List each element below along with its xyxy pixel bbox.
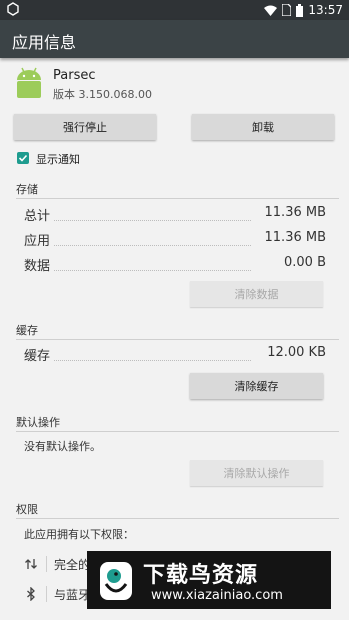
cache-divider bbox=[16, 339, 339, 340]
permissions-divider bbox=[16, 518, 339, 519]
app-name: Parsec bbox=[53, 68, 96, 83]
show-notifications-checkbox[interactable] bbox=[17, 152, 29, 164]
notification-icon bbox=[7, 2, 19, 16]
defaults-divider bbox=[16, 431, 339, 432]
status-bar: 13:57 bbox=[0, 0, 349, 20]
force-stop-button[interactable]: 强行停止 bbox=[14, 114, 156, 140]
storage-divider bbox=[16, 198, 339, 199]
android-icon bbox=[17, 67, 41, 98]
permission-separator bbox=[46, 586, 47, 602]
no-sim-icon bbox=[282, 4, 292, 16]
permission-item: 完全的 bbox=[54, 558, 91, 572]
row-label: 总计 bbox=[24, 209, 51, 224]
swap-vert-icon bbox=[25, 559, 37, 569]
status-time: 13:57 bbox=[308, 3, 343, 17]
row-value: 11.36 MB bbox=[264, 205, 326, 220]
app-version: 版本 3.150.068.00 bbox=[53, 88, 152, 101]
row-value: 12.00 KB bbox=[267, 345, 326, 360]
watermark-banner: 下载鸟资源 www.xiazainiao.com bbox=[87, 551, 331, 609]
storage-data-row: 数据 0.00 B bbox=[24, 255, 326, 275]
app-header: Parsec 版本 3.150.068.00 bbox=[0, 58, 349, 108]
clear-defaults-button[interactable]: 清除默认操作 bbox=[190, 460, 323, 486]
check-icon bbox=[18, 154, 28, 162]
dotted-leader bbox=[54, 245, 251, 246]
storage-total-row: 总计 11.36 MB bbox=[24, 205, 326, 225]
storage-app-row: 应用 11.36 MB bbox=[24, 230, 326, 250]
permission-separator bbox=[46, 556, 47, 572]
watermark-url: www.xiazainiao.com bbox=[151, 588, 283, 603]
battery-icon bbox=[296, 3, 304, 17]
wifi-icon bbox=[264, 5, 278, 16]
row-label: 应用 bbox=[24, 234, 51, 249]
watermark-title: 下载鸟资源 bbox=[143, 563, 259, 588]
dotted-leader bbox=[54, 360, 251, 361]
bluetooth-icon bbox=[27, 587, 35, 601]
permission-item: 与蓝牙 bbox=[54, 588, 91, 602]
row-value: 11.36 MB bbox=[264, 230, 326, 245]
dotted-leader bbox=[54, 270, 251, 271]
defaults-header: 默认操作 bbox=[16, 416, 60, 429]
app-bar: 应用信息 bbox=[0, 20, 349, 58]
clear-data-button[interactable]: 清除数据 bbox=[190, 281, 323, 307]
row-value: 0.00 B bbox=[284, 255, 326, 270]
permissions-header: 权限 bbox=[16, 503, 38, 516]
row-label: 数据 bbox=[24, 259, 51, 274]
clear-cache-button[interactable]: 清除缓存 bbox=[190, 373, 323, 399]
permissions-intro: 此应用拥有以下权限： bbox=[24, 528, 134, 541]
dotted-leader bbox=[54, 220, 251, 221]
cache-header: 缓存 bbox=[16, 324, 38, 337]
no-defaults-text: 没有默认操作。 bbox=[24, 440, 101, 453]
show-notifications-label: 显示通知 bbox=[36, 153, 80, 166]
storage-header: 存储 bbox=[16, 183, 38, 196]
page-title: 应用信息 bbox=[12, 33, 77, 52]
bird-logo-icon bbox=[100, 562, 132, 600]
cache-row: 缓存 12.00 KB bbox=[24, 345, 326, 365]
row-label: 缓存 bbox=[24, 349, 51, 364]
uninstall-button[interactable]: 卸载 bbox=[192, 114, 334, 140]
